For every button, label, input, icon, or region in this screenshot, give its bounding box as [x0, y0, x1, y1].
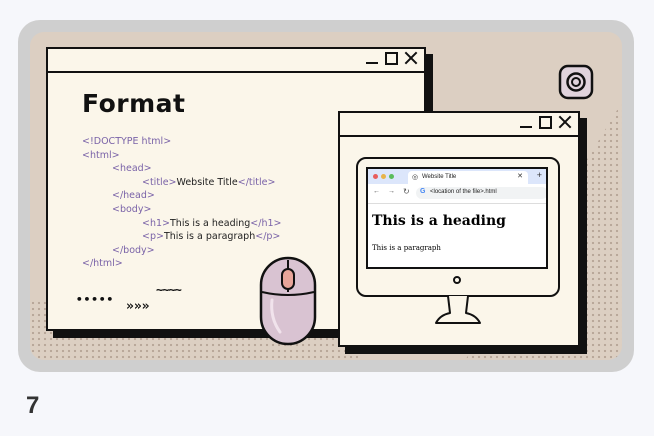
code-text: This is a heading: [170, 217, 251, 229]
code-line: </html>: [82, 257, 281, 271]
decor-dots: •••••: [76, 293, 115, 306]
code-tag: <html>: [82, 149, 120, 161]
browser-screen: ◎ Website Title ✕ + ← → ↻ G <location of…: [366, 167, 548, 269]
decor-wave: ~~~~: [156, 283, 182, 297]
window-dot-yellow[interactable]: [381, 174, 386, 179]
code-tag: <title>: [142, 176, 177, 188]
back-icon[interactable]: ←: [373, 188, 380, 195]
google-icon: G: [420, 188, 426, 195]
code-tag: </h1>: [250, 217, 282, 229]
code-line: <body>: [82, 203, 281, 217]
code-tag: </title>: [237, 176, 276, 188]
monitor-window: ◎ Website Title ✕ + ← → ↻ G <location of…: [338, 111, 580, 347]
page-heading: This is a heading: [372, 213, 506, 229]
format-title: Format: [82, 89, 186, 118]
reload-icon[interactable]: ↻: [403, 187, 410, 196]
code-tag: <head>: [112, 163, 152, 175]
code-tag: </head>: [112, 190, 155, 202]
slide-number: 7: [26, 392, 40, 419]
window-dot-red[interactable]: [373, 174, 378, 179]
power-button-icon[interactable]: [453, 276, 461, 284]
slide-canvas: Format <!DOCTYPE html> <html> <head> <title…: [30, 32, 622, 360]
maximize-icon[interactable]: [385, 52, 398, 65]
tab-close-icon[interactable]: ✕: [517, 172, 523, 180]
close-icon[interactable]: [558, 115, 572, 129]
code-tag: </body>: [112, 244, 155, 256]
window-dot-green[interactable]: [389, 174, 394, 179]
decor-chevrons: »»»: [126, 299, 150, 314]
minimize-icon[interactable]: [365, 51, 379, 65]
code-tag: <p>: [142, 231, 164, 243]
code-line: <!DOCTYPE html>: [82, 135, 281, 149]
code-text: This is a paragraph: [163, 231, 256, 243]
code-tag: </html>: [82, 258, 123, 270]
browser-tabbar: ◎ Website Title ✕ +: [368, 169, 546, 184]
code-line: <p>This is a paragraph</p>: [82, 230, 281, 244]
code-line: <h1>This is a heading</h1>: [82, 217, 281, 231]
code-tag: <body>: [112, 203, 152, 215]
globe-icon: ◎: [412, 174, 419, 181]
address-bar[interactable]: G <location of the file>.html: [416, 187, 546, 199]
monitor-stand-icon: [435, 295, 481, 324]
mouse-icon: [259, 256, 317, 346]
code-line: </head>: [82, 189, 281, 203]
code-line: </body>: [82, 244, 281, 258]
minimize-icon[interactable]: [519, 115, 533, 129]
format-window-titlebar: [48, 49, 424, 73]
maximize-icon[interactable]: [539, 116, 552, 129]
code-block: <!DOCTYPE html> <html> <head> <title>Websit…: [82, 135, 281, 271]
browser-toolbar: ← → ↻ G <location of the file>.html: [368, 184, 546, 204]
code-text: Website Title: [176, 176, 238, 188]
code-tag: <h1>: [142, 217, 170, 229]
instagram-icon[interactable]: [558, 64, 594, 100]
slide-card: Format <!DOCTYPE html> <html> <head> <title…: [18, 20, 634, 372]
browser-tab-title: Website Title: [422, 174, 457, 180]
code-tag: </p>: [255, 231, 281, 243]
code-line: <title>Website Title</title>: [82, 176, 281, 190]
address-text: <location of the file>.html: [430, 189, 497, 195]
monitor-icon: ◎ Website Title ✕ + ← → ↻ G <location of…: [356, 157, 560, 297]
monitor-window-titlebar: [340, 113, 578, 137]
code-line: <head>: [82, 162, 281, 176]
browser-tab[interactable]: ◎ Website Title ✕: [408, 171, 528, 184]
code-line: <html>: [82, 149, 281, 163]
page-paragraph: This is a paragraph: [372, 244, 441, 252]
code-tag: <!DOCTYPE html>: [82, 136, 172, 147]
close-icon[interactable]: [404, 51, 418, 65]
new-tab-icon[interactable]: +: [537, 170, 542, 180]
forward-icon[interactable]: →: [388, 188, 395, 195]
